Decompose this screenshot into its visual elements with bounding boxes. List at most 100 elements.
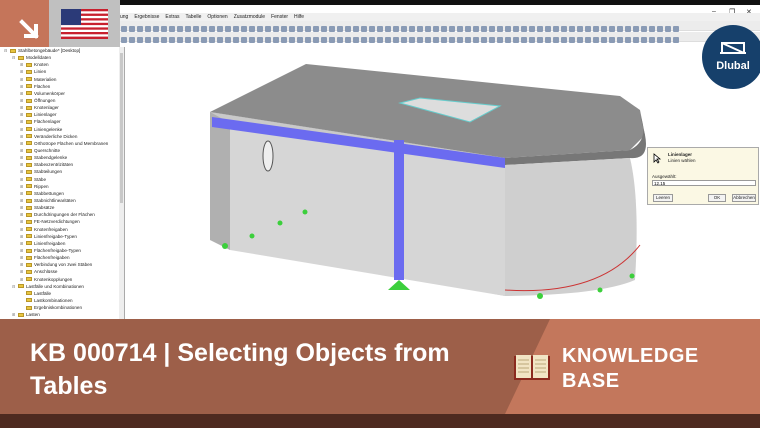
folder-icon [26, 298, 32, 303]
menu-addons[interactable]: Zusatzmodule [234, 13, 265, 21]
tree-item[interactable]: ⊞ Linienlager [0, 111, 124, 118]
tree-item[interactable]: ⊞ Stabbettungen [0, 190, 124, 197]
tree-item[interactable]: ⊞ Orthotrope Flächen und Membranen [0, 140, 124, 147]
tree-item[interactable]: ⊞ Linienfreigabe-Typen [0, 233, 124, 240]
tree-item[interactable]: ⊞ Veränderliche Dicken [0, 133, 124, 140]
tree-item-label: Linienfreigaben [34, 240, 66, 246]
tree-item[interactable]: ⊞ Knotenlager [0, 104, 124, 111]
tree-item-label: Orthotrope Flächen und Membranen [34, 140, 109, 146]
tree-item[interactable]: ⊞ Verbindung von zwei Stäben [0, 261, 124, 268]
tree-item[interactable]: ⊞ FE-Netzverdichtungen [0, 218, 124, 225]
line-support-selection-dialog: Linienlager Linien wählen Ausgewählt: Le… [647, 147, 759, 205]
tree-item[interactable]: Lastfälle [0, 290, 124, 297]
tree-item[interactable]: Ergebniskombinationen [0, 304, 124, 311]
column-support [388, 280, 410, 290]
curved-wall [505, 158, 637, 296]
tree-item-label: Materialien [34, 76, 57, 82]
folder-icon [26, 191, 32, 196]
folder-icon [26, 169, 32, 174]
bottom-strip [0, 414, 760, 428]
tree-item[interactable]: ⊞ Stäbe [0, 176, 124, 183]
tree-group-load-cases[interactable]: ⊟ Lastfälle und Kombinationen [0, 283, 124, 290]
tree-item-label: Öffnungen [34, 97, 56, 103]
tree-item[interactable]: ⊞ Flächenlager [0, 118, 124, 125]
tree-item-label: Durchdringungen der Flächen [34, 212, 95, 218]
tree-item[interactable]: ⊞ Linienfreigaben [0, 240, 124, 247]
folder-icon [18, 55, 24, 60]
arrow-badge [0, 0, 49, 47]
category-line-1: KNOWLEDGE [562, 345, 699, 367]
menu-item[interactable]: ung [120, 13, 128, 21]
tree-item[interactable]: ⊞ Stabteilungen [0, 168, 124, 175]
tree-item[interactable]: ⊞ Liniengelenke [0, 126, 124, 133]
banner-title: KB 000714 | Selecting Objects from Table… [30, 339, 450, 400]
tree-item[interactable]: ⊞ Durchdringungen der Flächen [0, 211, 124, 218]
folder-icon [26, 162, 32, 167]
folder-icon [26, 205, 32, 210]
tree-item[interactable]: ⊞ Stabendgelenke [0, 154, 124, 161]
tree-item-label: Stäbe [34, 176, 47, 182]
menu-extras[interactable]: Extras [165, 13, 179, 21]
tree-item[interactable]: ⊞ Rippen [0, 183, 124, 190]
tree-item[interactable]: ⊞ Flächenfreigabe-Typen [0, 247, 124, 254]
tree-item-label: Linienlager [34, 112, 57, 118]
tree-item[interactable]: ⊞ Knoten [0, 61, 124, 68]
category-line-2: BASE [562, 370, 620, 392]
tree-item-label: Flächenfreigaben [34, 255, 70, 261]
tree-item[interactable]: ⊞ Flächen [0, 83, 124, 90]
folder-icon [26, 141, 32, 146]
tree-item-label: Stabexzentrizitäten [34, 162, 74, 168]
tree-item-label: Linienfreigabe-Typen [34, 233, 77, 239]
tree-root[interactable]: ⊟ Stahlbetongebäude* [Desktop] [0, 47, 124, 54]
menu-results[interactable]: Ergebnisse [134, 13, 159, 21]
toolbar-2[interactable] [120, 32, 760, 43]
tree-item-label: Anschlüsse [34, 269, 58, 275]
tree-item[interactable]: ⊞ Querschnitte [0, 147, 124, 154]
tree-scrollbar[interactable] [119, 47, 124, 319]
tree-item[interactable]: ⊞ Öffnungen [0, 97, 124, 104]
folder-icon [26, 98, 32, 103]
folder-icon [26, 105, 32, 110]
folder-icon [26, 262, 32, 267]
tree-item[interactable]: ⊞ Knotenkopplungen [0, 276, 124, 283]
us-flag-icon [61, 9, 108, 39]
tree-item-label: Flächenfreigabe-Typen [34, 247, 81, 253]
tree-item[interactable]: ⊞ Stabsätze [0, 204, 124, 211]
folder-icon [26, 84, 32, 89]
menu-help[interactable]: Hilfe [294, 13, 304, 21]
menu-window[interactable]: Fenster [271, 13, 288, 21]
tree-item[interactable]: ⊞ Materialien [0, 76, 124, 83]
menu-table[interactable]: Tabelle [186, 13, 202, 21]
tree-item[interactable]: Lastkombinationen [0, 297, 124, 304]
folder-icon [26, 69, 32, 74]
tree-item[interactable]: ⊞ Linien [0, 68, 124, 75]
tree-group-loads[interactable]: ⊞ Lasten [0, 311, 124, 318]
tree-item-label: Knotenfreigaben [34, 226, 68, 232]
tree-item-label: Ergebniskombinationen [34, 305, 83, 311]
ok-button[interactable]: OK [708, 194, 726, 202]
tree-item[interactable]: ⊞ Stabexzentrizitäten [0, 161, 124, 168]
tree-item[interactable]: ⊞ Stabnichtlinearitäten [0, 197, 124, 204]
tree-item-label: Verbindung von zwei Stäben [34, 262, 93, 268]
selected-input[interactable] [652, 180, 756, 186]
tree-item[interactable]: ⊞ Volumenkörper [0, 90, 124, 97]
language-badge [49, 0, 120, 47]
folder-icon [18, 284, 24, 289]
tree-item[interactable]: ⊞ Anschlüsse [0, 268, 124, 275]
toolbar-1[interactable] [120, 21, 760, 32]
cancel-button[interactable]: Abbrechen [732, 194, 756, 202]
tree-item[interactable]: ⊞ Knotenfreigaben [0, 226, 124, 233]
folder-icon [18, 312, 24, 317]
tree-item-label: Stabbettungen [34, 190, 64, 196]
tree-item[interactable]: ⊞ Flächenfreigaben [0, 254, 124, 261]
tree-item-label: Querschnitte [34, 147, 61, 153]
folder-icon [26, 127, 32, 132]
tree-item-label: Lastkombinationen [34, 297, 73, 303]
book-icon [514, 355, 550, 380]
dialog-title: Linienlager [668, 152, 693, 157]
tree-item-label: Lasten [26, 312, 40, 318]
menu-options[interactable]: Optionen [207, 13, 227, 21]
folder-icon [26, 255, 32, 260]
tree-group-model-data[interactable]: ⊟ Modelldaten [0, 54, 124, 61]
clear-button[interactable]: Leeren [653, 194, 673, 202]
